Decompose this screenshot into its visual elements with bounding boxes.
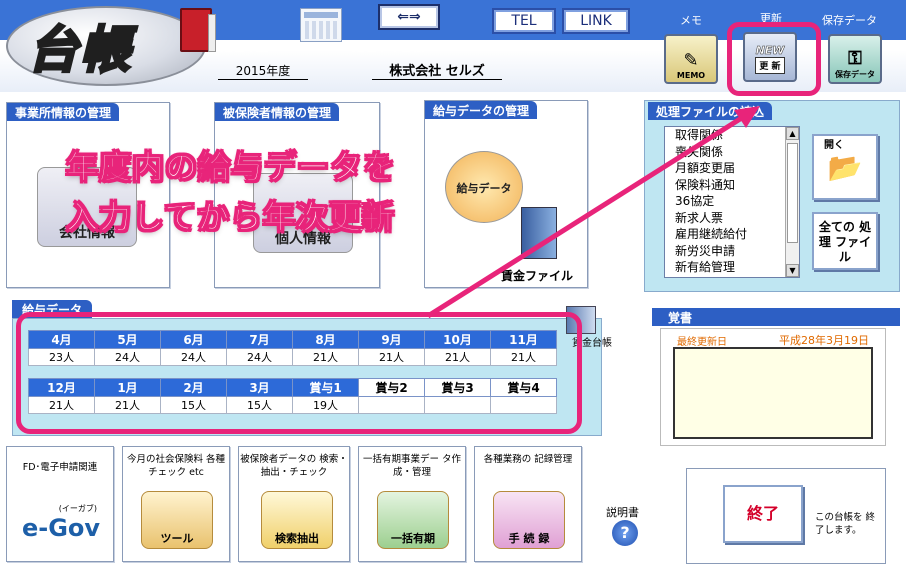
- annotation-arrow: [426, 106, 760, 319]
